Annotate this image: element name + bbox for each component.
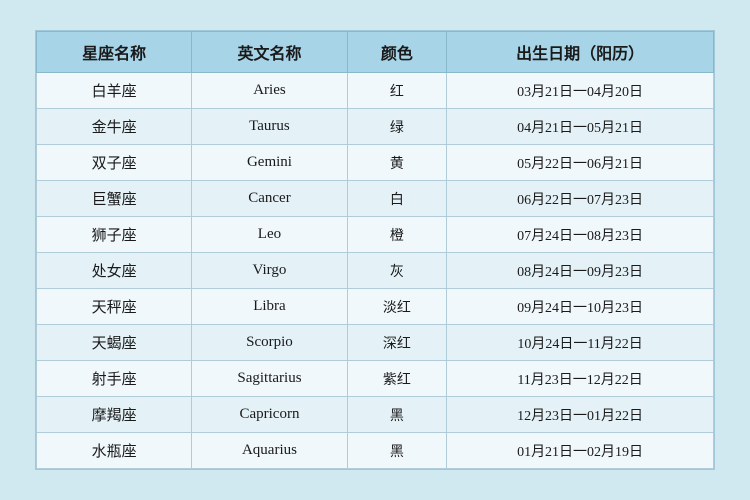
cell-dates: 03月21日一04月20日	[447, 73, 714, 109]
cell-dates: 05月22日一06月21日	[447, 145, 714, 181]
cell-chinese-name: 射手座	[37, 361, 192, 397]
cell-english-name: Scorpio	[192, 325, 348, 361]
cell-color: 白	[347, 181, 446, 217]
cell-dates: 08月24日一09月23日	[447, 253, 714, 289]
table-row: 双子座Gemini黄05月22日一06月21日	[37, 145, 714, 181]
cell-color: 紫红	[347, 361, 446, 397]
cell-color: 深红	[347, 325, 446, 361]
header-chinese-name: 星座名称	[37, 32, 192, 73]
cell-color: 红	[347, 73, 446, 109]
cell-dates: 11月23日一12月22日	[447, 361, 714, 397]
cell-dates: 12月23日一01月22日	[447, 397, 714, 433]
cell-english-name: Leo	[192, 217, 348, 253]
cell-english-name: Cancer	[192, 181, 348, 217]
table-row: 天秤座Libra淡红09月24日一10月23日	[37, 289, 714, 325]
table-row: 狮子座Leo橙07月24日一08月23日	[37, 217, 714, 253]
cell-english-name: Aries	[192, 73, 348, 109]
table-row: 摩羯座Capricorn黑12月23日一01月22日	[37, 397, 714, 433]
cell-english-name: Virgo	[192, 253, 348, 289]
table-row: 巨蟹座Cancer白06月22日一07月23日	[37, 181, 714, 217]
cell-dates: 07月24日一08月23日	[447, 217, 714, 253]
cell-english-name: Sagittarius	[192, 361, 348, 397]
cell-dates: 01月21日一02月19日	[447, 433, 714, 469]
table-header-row: 星座名称 英文名称 颜色 出生日期（阳历）	[37, 32, 714, 73]
table-row: 天蝎座Scorpio深红10月24日一11月22日	[37, 325, 714, 361]
zodiac-table: 星座名称 英文名称 颜色 出生日期（阳历） 白羊座Aries红03月21日一04…	[36, 31, 714, 469]
cell-dates: 06月22日一07月23日	[447, 181, 714, 217]
table-row: 处女座Virgo灰08月24日一09月23日	[37, 253, 714, 289]
cell-chinese-name: 处女座	[37, 253, 192, 289]
table-row: 金牛座Taurus绿04月21日一05月21日	[37, 109, 714, 145]
cell-color: 黄	[347, 145, 446, 181]
cell-dates: 04月21日一05月21日	[447, 109, 714, 145]
header-dates: 出生日期（阳历）	[447, 32, 714, 73]
cell-chinese-name: 金牛座	[37, 109, 192, 145]
table-row: 白羊座Aries红03月21日一04月20日	[37, 73, 714, 109]
cell-english-name: Gemini	[192, 145, 348, 181]
cell-chinese-name: 狮子座	[37, 217, 192, 253]
cell-dates: 10月24日一11月22日	[447, 325, 714, 361]
zodiac-table-container: 星座名称 英文名称 颜色 出生日期（阳历） 白羊座Aries红03月21日一04…	[35, 30, 715, 470]
table-row: 射手座Sagittarius紫红11月23日一12月22日	[37, 361, 714, 397]
cell-english-name: Libra	[192, 289, 348, 325]
cell-chinese-name: 水瓶座	[37, 433, 192, 469]
cell-chinese-name: 摩羯座	[37, 397, 192, 433]
header-color: 颜色	[347, 32, 446, 73]
table-row: 水瓶座Aquarius黑01月21日一02月19日	[37, 433, 714, 469]
cell-color: 淡红	[347, 289, 446, 325]
cell-color: 黑	[347, 433, 446, 469]
table-body: 白羊座Aries红03月21日一04月20日金牛座Taurus绿04月21日一0…	[37, 73, 714, 469]
cell-chinese-name: 双子座	[37, 145, 192, 181]
cell-chinese-name: 天蝎座	[37, 325, 192, 361]
cell-color: 绿	[347, 109, 446, 145]
cell-english-name: Aquarius	[192, 433, 348, 469]
cell-color: 灰	[347, 253, 446, 289]
cell-dates: 09月24日一10月23日	[447, 289, 714, 325]
cell-chinese-name: 巨蟹座	[37, 181, 192, 217]
cell-color: 橙	[347, 217, 446, 253]
cell-chinese-name: 白羊座	[37, 73, 192, 109]
cell-english-name: Capricorn	[192, 397, 348, 433]
cell-color: 黑	[347, 397, 446, 433]
header-english-name: 英文名称	[192, 32, 348, 73]
cell-chinese-name: 天秤座	[37, 289, 192, 325]
cell-english-name: Taurus	[192, 109, 348, 145]
